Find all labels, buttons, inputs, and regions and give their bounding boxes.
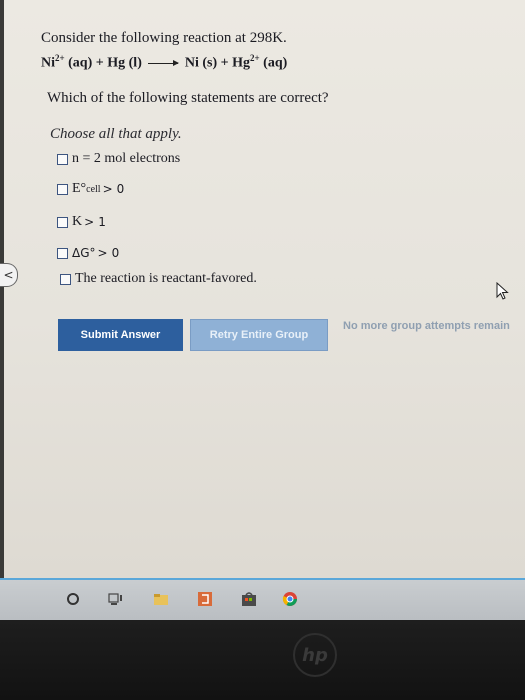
- plus-sign: +: [95, 55, 104, 71]
- file-explorer-icon[interactable]: [152, 590, 170, 608]
- reactant-hg: Hg (l): [107, 55, 142, 71]
- choice-ecell[interactable]: E° cell > 0: [57, 181, 126, 197]
- question-title: Consider the following reaction at 298K.: [41, 30, 287, 46]
- choice-label: The reaction is reactant-favored.: [75, 271, 257, 286]
- checkbox[interactable]: [57, 216, 68, 228]
- mouse-cursor-icon: [496, 282, 509, 300]
- reactant-ni-charge: 2+: [55, 53, 65, 63]
- choice-sub: cell: [86, 183, 101, 195]
- hp-logo: hp: [293, 633, 337, 677]
- store-icon[interactable]: [240, 590, 258, 608]
- choice-value: 1: [98, 215, 106, 229]
- choice-main: K: [72, 214, 83, 229]
- product-ni: Ni (s): [184, 55, 218, 71]
- product-hg-charge: 2+: [250, 53, 260, 63]
- submit-answer-button[interactable]: Submit Answer: [58, 319, 183, 351]
- status-message: No more group attempts remain: [343, 320, 510, 332]
- question-prompt: Which of the following statements are co…: [47, 90, 329, 106]
- choice-n-electrons[interactable]: n = 2 mol electrons: [57, 151, 180, 167]
- checkbox[interactable]: [57, 247, 68, 259]
- choice-value: 0: [111, 246, 120, 260]
- choice-operator: >: [97, 246, 108, 260]
- choice-main: ΔG°: [72, 246, 96, 260]
- choice-main: E°: [72, 181, 87, 196]
- retry-group-button[interactable]: Retry Entire Group: [190, 319, 328, 351]
- cortana-circle-icon[interactable]: [64, 590, 82, 608]
- instruction-text: Choose all that apply.: [50, 126, 182, 142]
- reaction-arrow-icon: [148, 59, 180, 66]
- product-hg-state: (aq): [263, 55, 288, 71]
- choice-label: n = 2 mol electrons: [72, 151, 181, 166]
- laptop-base: [0, 620, 525, 700]
- chrome-icon[interactable]: [281, 590, 299, 608]
- choice-operator: >: [102, 182, 113, 196]
- choice-k[interactable]: K > 1: [57, 214, 108, 230]
- choice-operator: >: [84, 215, 95, 229]
- checkbox[interactable]: [57, 153, 68, 165]
- task-view-icon[interactable]: [107, 590, 125, 608]
- screen-bezel: [0, 0, 4, 578]
- checkbox[interactable]: [60, 273, 71, 285]
- product-hg: Hg: [232, 55, 251, 71]
- screen: Consider the following reaction at 298K.…: [0, 0, 525, 578]
- reactant-ni: Ni: [41, 55, 55, 71]
- plus-sign: +: [220, 55, 229, 71]
- choice-value: 0: [116, 182, 125, 196]
- office-icon[interactable]: [196, 590, 214, 608]
- reaction-equation: Ni2+ (aq) + Hg (l) Ni (s) + Hg2+ (aq): [41, 53, 287, 72]
- choice-reactant-favored[interactable]: The reaction is reactant-favored.: [60, 271, 257, 287]
- choice-delta-g[interactable]: ΔG° > 0: [57, 246, 121, 260]
- checkbox[interactable]: [57, 183, 68, 195]
- back-tab[interactable]: <: [0, 263, 18, 287]
- reactant-ni-state: (aq): [68, 55, 93, 71]
- back-arrow-icon: <: [3, 268, 14, 282]
